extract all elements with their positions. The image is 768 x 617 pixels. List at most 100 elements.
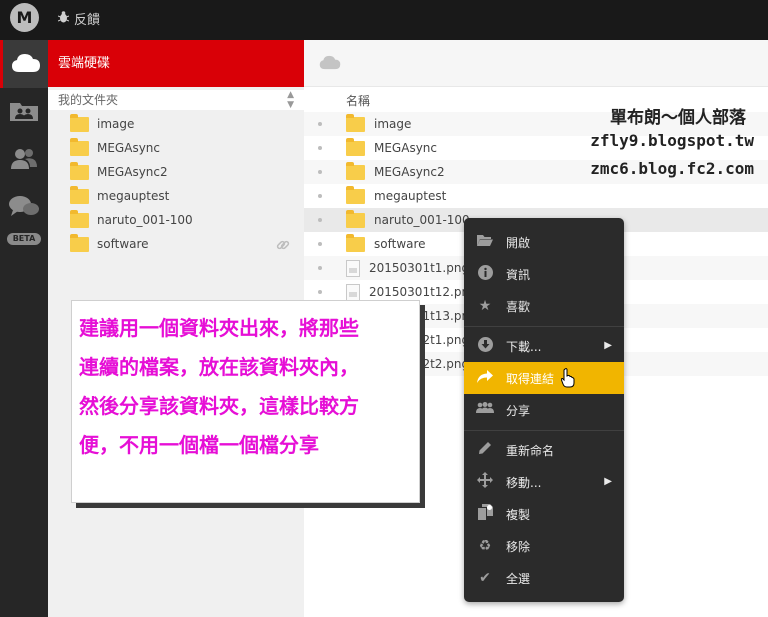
contacts-icon — [10, 148, 38, 173]
annotation-line: 然後分享該資料夾，這樣比較方 — [79, 394, 359, 418]
tree-sort-label: 我的文件夾 — [58, 93, 119, 107]
share-link-icon — [476, 369, 494, 387]
info-icon — [476, 264, 494, 284]
row-bullet — [318, 122, 322, 126]
tree-folder-label: MEGAsync2 — [97, 165, 168, 179]
blog-watermark-url-1: zfly9.blogspot.tw — [590, 131, 754, 150]
nav-contacts[interactable] — [0, 136, 48, 184]
row-bullet — [318, 170, 322, 174]
menu-item-download[interactable]: 下載... ▶ — [464, 330, 624, 362]
file-row[interactable]: megauptest — [304, 184, 768, 208]
file-name: MEGAsync2 — [374, 165, 445, 179]
folder-icon — [346, 137, 365, 156]
shared-folder-icon — [9, 100, 39, 125]
tree-folder[interactable]: software — [70, 232, 300, 256]
nav-cloud-drive[interactable] — [0, 40, 48, 88]
blog-watermark-title: 單布朗～個人部落 — [610, 108, 746, 128]
tree-folder[interactable]: image — [70, 112, 300, 136]
file-name: naruto_001-100 — [374, 213, 470, 227]
menu-item-label: 移除 — [506, 539, 531, 554]
nav-chat[interactable] — [0, 184, 48, 232]
users-icon — [476, 402, 494, 418]
folder-icon — [346, 209, 365, 228]
menu-item-info[interactable]: 資訊 — [464, 258, 624, 290]
annotation-line: 便，不用一個檔一個檔分享 — [79, 433, 319, 457]
tree-sort-dropdown[interactable]: 我的文件夾 ▲ ▼ — [48, 90, 304, 110]
link-icon — [276, 238, 290, 255]
annotation-line: 連續的檔案，放在該資料夾內， — [79, 355, 359, 379]
pencil-icon — [476, 441, 494, 459]
menu-item-rename[interactable]: 重新命名 — [464, 434, 624, 466]
cloud-drive-header[interactable]: 雲端硬碟 — [48, 40, 304, 87]
row-bullet — [318, 266, 322, 270]
menu-item-select-all[interactable]: ✔ 全選 — [464, 562, 624, 594]
tree-folder[interactable]: naruto_001-100 — [70, 208, 300, 232]
annotation-callout: 建議用一個資料夾出來，將那些 連續的檔案，放在該資料夾內， 然後分享該資料夾，這… — [71, 300, 420, 503]
beta-badge: BETA — [7, 233, 41, 245]
recycle-icon: ♻ — [478, 538, 492, 554]
folder-icon — [346, 113, 365, 132]
menu-item-share[interactable]: 分享 — [464, 394, 624, 426]
cloud-icon[interactable] — [319, 55, 341, 73]
menu-item-label: 下載... — [506, 339, 542, 354]
tree-folder[interactable]: megauptest — [70, 184, 300, 208]
context-menu: 開啟 資訊 ★ 喜歡 下載... ▶ 取得連結 分享 重新命名 移動... ▶ … — [464, 218, 624, 602]
copy-icon — [476, 504, 494, 524]
blog-watermark-url-2: zmc6.blog.fc2.com — [590, 159, 754, 178]
menu-item-remove[interactable]: ♻ 移除 — [464, 530, 624, 562]
image-file-icon — [346, 283, 360, 301]
file-name: 20150301t12.png — [369, 285, 477, 299]
menu-divider — [464, 430, 624, 431]
row-bullet — [318, 242, 322, 246]
feedback-label: 反饋 — [74, 13, 101, 28]
chat-icon — [8, 195, 40, 222]
menu-item-label: 全選 — [506, 571, 531, 586]
menu-item-favourite[interactable]: ★ 喜歡 — [464, 290, 624, 322]
menu-item-label: 開啟 — [506, 235, 531, 250]
folder-icon — [70, 233, 89, 252]
menu-item-move[interactable]: 移動... ▶ — [464, 466, 624, 498]
folder-icon — [346, 233, 365, 252]
annotation-line: 建議用一個資料夾出來，將那些 — [79, 316, 359, 340]
folder-icon — [70, 113, 89, 132]
top-bar: M 反饋 — [0, 0, 768, 40]
menu-item-get-link[interactable]: 取得連結 — [464, 362, 624, 394]
menu-item-copy[interactable]: 複製 — [464, 498, 624, 530]
menu-item-label: 重新命名 — [506, 443, 555, 458]
folder-icon — [70, 209, 89, 228]
star-icon: ★ — [478, 298, 492, 314]
menu-item-label: 取得連結 — [506, 371, 555, 386]
menu-item-label: 資訊 — [506, 267, 531, 282]
file-name: image — [374, 117, 412, 131]
left-nav-bar: BETA — [0, 40, 48, 617]
check-icon: ✔ — [479, 570, 491, 586]
row-bullet — [318, 290, 322, 294]
tree-folder-label: naruto_001-100 — [97, 213, 193, 227]
tree-folder[interactable]: MEGAsync2 — [70, 160, 300, 184]
folder-icon — [346, 161, 365, 180]
menu-item-open[interactable]: 開啟 — [464, 226, 624, 258]
breadcrumb-bar — [304, 40, 768, 87]
row-bullet — [318, 194, 322, 198]
folder-icon — [70, 185, 89, 204]
mega-logo[interactable]: M — [10, 3, 39, 32]
menu-item-label: 喜歡 — [506, 299, 531, 314]
folder-icon — [346, 185, 365, 204]
folder-icon — [70, 161, 89, 180]
row-bullet — [318, 146, 322, 150]
row-bullet — [318, 218, 322, 222]
nav-shared-folders[interactable] — [0, 88, 48, 136]
download-icon — [476, 336, 494, 356]
menu-item-label: 複製 — [506, 507, 531, 522]
folder-icon — [70, 137, 89, 156]
tree-folder[interactable]: MEGAsync — [70, 136, 300, 160]
file-name: software — [374, 237, 426, 251]
file-name: megauptest — [374, 189, 447, 203]
file-name: 20150301t1.png — [369, 261, 470, 275]
hand-pointer-icon — [560, 368, 575, 388]
tree-folder-label: software — [97, 237, 149, 251]
name-column-header[interactable]: 名稱 — [346, 92, 370, 109]
folder-open-icon — [476, 234, 494, 251]
feedback-link[interactable]: 反饋 — [57, 9, 101, 28]
menu-divider — [464, 326, 624, 327]
